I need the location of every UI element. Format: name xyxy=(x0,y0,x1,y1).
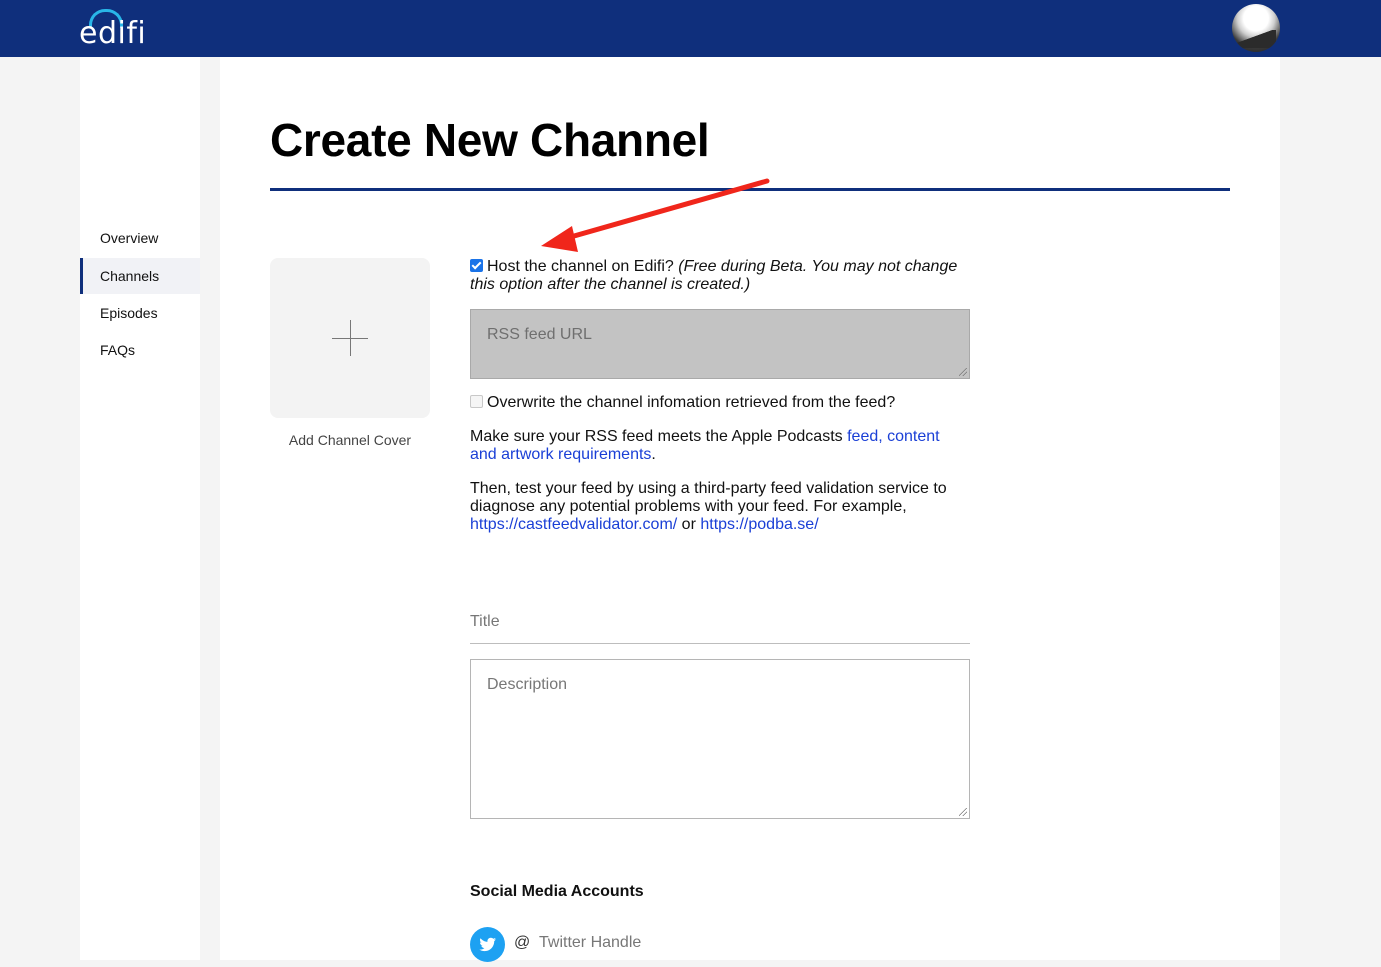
resize-handle-icon[interactable] xyxy=(959,808,967,816)
overwrite-info-checkbox[interactable] xyxy=(470,395,483,408)
resize-handle-icon[interactable] xyxy=(959,368,967,376)
description-placeholder: Description xyxy=(487,676,568,693)
sidebar-item-faqs[interactable]: FAQs xyxy=(80,332,200,368)
validation-sentence: Then, test your feed by using a third-pa… xyxy=(470,480,947,515)
sidebar-item-overview[interactable]: Overview xyxy=(80,220,200,256)
user-avatar[interactable] xyxy=(1232,4,1280,52)
rss-feed-url-placeholder: RSS feed URL xyxy=(487,326,592,343)
twitter-icon xyxy=(470,927,505,962)
requirements-sentence: Make sure your RSS feed meets the Apple … xyxy=(470,428,848,445)
overwrite-info-row: Overwrite the channel infomation retriev… xyxy=(470,394,970,412)
validation-or: or xyxy=(677,516,701,533)
title-divider xyxy=(270,188,1230,191)
add-channel-cover-label: Add Channel Cover xyxy=(288,432,412,448)
host-on-edifi-label: Host the channel on Edifi? xyxy=(487,258,674,275)
title-input[interactable]: Title xyxy=(470,605,970,644)
requirements-period: . xyxy=(651,446,656,463)
sidebar-item-channels[interactable]: Channels xyxy=(80,258,200,294)
twitter-bird-icon xyxy=(479,937,496,952)
top-navigation-bar: edifi xyxy=(0,0,1381,57)
twitter-at-symbol: @ xyxy=(514,934,531,951)
add-channel-cover-button[interactable] xyxy=(270,258,430,418)
plus-icon-vertical xyxy=(350,320,351,356)
podbase-link[interactable]: https://podba.se/ xyxy=(700,516,818,533)
rss-feed-url-input[interactable]: RSS feed URL xyxy=(470,309,970,379)
edifi-logo[interactable]: edifi xyxy=(79,6,149,51)
main-content: Create New Channel Add Channel Cover Hos… xyxy=(220,57,1280,962)
validation-text: Then, test your feed by using a third-pa… xyxy=(470,480,970,534)
sidebar: Overview Channels Episodes FAQs xyxy=(80,57,200,960)
social-media-heading: Social Media Accounts xyxy=(470,883,644,900)
page-title: Create New Channel xyxy=(270,114,710,166)
sidebar-item-episodes[interactable]: Episodes xyxy=(80,295,200,331)
description-textarea[interactable]: Description xyxy=(470,659,970,819)
logo-text: edifi xyxy=(79,16,147,51)
host-on-edifi-checkbox[interactable] xyxy=(470,259,483,272)
overwrite-info-label: Overwrite the channel infomation retriev… xyxy=(487,394,896,411)
requirements-text: Make sure your RSS feed meets the Apple … xyxy=(470,428,970,464)
host-on-edifi-row: Host the channel on Edifi? (Free during … xyxy=(470,258,970,294)
title-placeholder: Title xyxy=(470,613,500,630)
castfeedvalidator-link[interactable]: https://castfeedvalidator.com/ xyxy=(470,516,677,533)
twitter-handle-input[interactable]: Twitter Handle xyxy=(539,934,641,952)
